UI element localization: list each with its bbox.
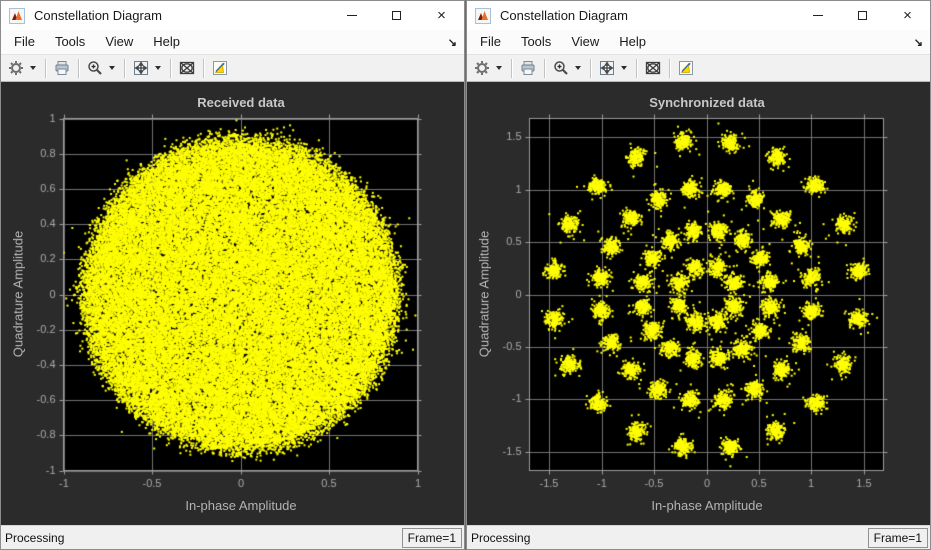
window-title: Constellation Diagram xyxy=(500,8,628,23)
status-bar: Processing Frame=1 xyxy=(467,525,930,549)
toolbar-separator xyxy=(45,59,46,78)
zoom-in-button[interactable] xyxy=(83,57,107,80)
minimize-button[interactable] xyxy=(329,1,374,30)
menu-help[interactable]: Help xyxy=(609,30,656,54)
menu-bar: File Tools View Help ↘ xyxy=(467,30,930,55)
plot-title: Synchronized data xyxy=(530,95,884,110)
gear-icon xyxy=(474,60,490,76)
span-axes-dropdown[interactable] xyxy=(153,57,166,80)
matlab-icon xyxy=(474,7,492,25)
maximize-button[interactable] xyxy=(840,1,885,30)
printer-icon xyxy=(520,60,536,76)
minimize-button[interactable] xyxy=(795,1,840,30)
settings-button[interactable] xyxy=(470,57,494,80)
plot-title: Received data xyxy=(64,95,418,110)
chevron-down-icon xyxy=(621,66,627,70)
menu-file[interactable]: File xyxy=(4,30,45,54)
constellation-icon xyxy=(179,60,195,76)
settings-dropdown[interactable] xyxy=(28,57,41,80)
print-button[interactable] xyxy=(50,57,74,80)
zoom-dropdown[interactable] xyxy=(107,57,120,80)
title-bar[interactable]: Constellation Diagram × xyxy=(467,1,930,30)
settings-dropdown[interactable] xyxy=(494,57,507,80)
menu-bar: File Tools View Help ↘ xyxy=(1,30,464,55)
menu-file[interactable]: File xyxy=(470,30,511,54)
minimize-icon xyxy=(813,15,823,16)
plot-area: Received data Quadrature Amplitude In-ph… xyxy=(1,82,464,525)
autoscale-button[interactable] xyxy=(208,57,232,80)
printer-icon xyxy=(54,60,70,76)
y-axis-label: Quadrature Amplitude xyxy=(477,231,492,357)
constellation-properties-button[interactable] xyxy=(175,57,199,80)
dock-arrow-icon[interactable]: ↘ xyxy=(914,36,930,49)
chevron-down-icon xyxy=(155,66,161,70)
toolbar-separator xyxy=(124,59,125,78)
span-axes-dropdown[interactable] xyxy=(619,57,632,80)
zoom-in-icon xyxy=(553,60,569,76)
autoscale-button[interactable] xyxy=(674,57,698,80)
toolbar-separator xyxy=(203,59,204,78)
zoom-in-icon xyxy=(87,60,103,76)
status-message: Processing xyxy=(471,531,530,545)
maximize-icon xyxy=(392,11,401,20)
x-axis-label: In-phase Amplitude xyxy=(64,498,418,513)
close-button[interactable]: × xyxy=(885,1,930,30)
zoom-dropdown[interactable] xyxy=(573,57,586,80)
toolbar-separator xyxy=(590,59,591,78)
maximize-icon xyxy=(858,11,867,20)
toolbar-separator xyxy=(170,59,171,78)
menu-help[interactable]: Help xyxy=(143,30,190,54)
chevron-down-icon xyxy=(30,66,36,70)
x-axis-label: In-phase Amplitude xyxy=(530,498,884,513)
close-icon: × xyxy=(903,8,912,23)
zoom-in-button[interactable] xyxy=(549,57,573,80)
received-scatter-canvas[interactable] xyxy=(1,82,464,524)
frame-counter: Frame=1 xyxy=(402,528,462,548)
status-bar: Processing Frame=1 xyxy=(1,525,464,549)
synchronized-scatter-canvas[interactable] xyxy=(467,82,930,524)
toolbar xyxy=(1,55,464,82)
status-message: Processing xyxy=(5,531,64,545)
menu-tools[interactable]: Tools xyxy=(511,30,561,54)
toolbar xyxy=(467,55,930,82)
close-button[interactable]: × xyxy=(419,1,464,30)
dock-arrow-icon[interactable]: ↘ xyxy=(448,36,464,49)
plot-area: Synchronized data Quadrature Amplitude I… xyxy=(467,82,930,525)
autoscale-icon xyxy=(212,60,228,76)
minimize-icon xyxy=(347,15,357,16)
desktop: Constellation Diagram × File Tools View … xyxy=(0,0,931,550)
toolbar-separator xyxy=(636,59,637,78)
constellation-properties-button[interactable] xyxy=(641,57,665,80)
chevron-down-icon xyxy=(575,66,581,70)
gear-icon xyxy=(8,60,24,76)
menu-view[interactable]: View xyxy=(95,30,143,54)
chevron-down-icon xyxy=(496,66,502,70)
menu-view[interactable]: View xyxy=(561,30,609,54)
constellation-window-1: Constellation Diagram × File Tools View … xyxy=(0,0,465,550)
settings-button[interactable] xyxy=(4,57,28,80)
close-icon: × xyxy=(437,8,446,23)
constellation-icon xyxy=(645,60,661,76)
toolbar-separator xyxy=(669,59,670,78)
menu-tools[interactable]: Tools xyxy=(45,30,95,54)
chevron-down-icon xyxy=(109,66,115,70)
span-axes-icon xyxy=(133,60,149,76)
toolbar-separator xyxy=(78,59,79,78)
span-axes-button[interactable] xyxy=(129,57,153,80)
span-axes-icon xyxy=(599,60,615,76)
print-button[interactable] xyxy=(516,57,540,80)
toolbar-separator xyxy=(511,59,512,78)
autoscale-icon xyxy=(678,60,694,76)
frame-counter: Frame=1 xyxy=(868,528,928,548)
y-axis-label: Quadrature Amplitude xyxy=(11,231,26,357)
maximize-button[interactable] xyxy=(374,1,419,30)
title-bar[interactable]: Constellation Diagram × xyxy=(1,1,464,30)
toolbar-separator xyxy=(544,59,545,78)
matlab-icon xyxy=(8,7,26,25)
constellation-window-2: Constellation Diagram × File Tools View … xyxy=(466,0,931,550)
span-axes-button[interactable] xyxy=(595,57,619,80)
window-title: Constellation Diagram xyxy=(34,8,162,23)
